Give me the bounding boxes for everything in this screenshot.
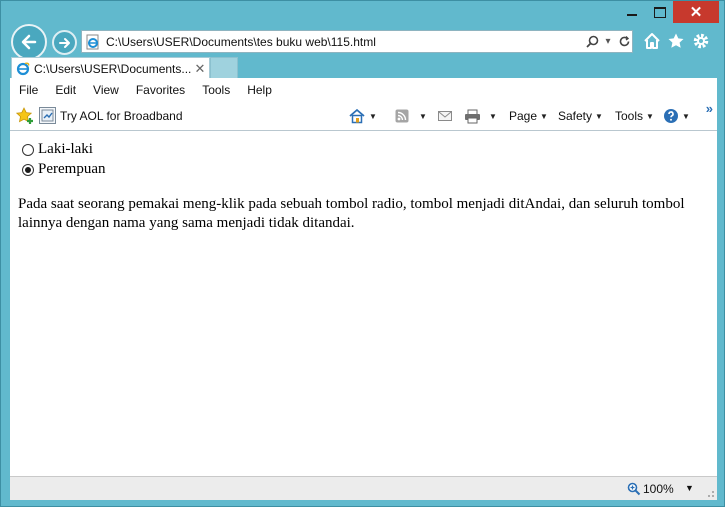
tab-close-icon[interactable]: ✕: [191, 61, 209, 77]
print-button[interactable]: ▼: [464, 107, 497, 125]
refresh-icon[interactable]: [616, 31, 632, 52]
search-icon[interactable]: [584, 31, 600, 52]
back-arrow-icon: [21, 34, 37, 50]
gear-icon[interactable]: [690, 30, 712, 52]
home-small-icon: [349, 108, 365, 124]
menu-help[interactable]: Help: [247, 83, 272, 97]
page-menu-label: Page: [509, 109, 538, 123]
radio-button-perempuan[interactable]: [22, 163, 34, 176]
description-paragraph: Pada saat seorang pemakai meng-klik pada…: [18, 196, 685, 231]
radio-button-laki-laki[interactable]: [22, 143, 34, 156]
ie-page-icon: [82, 31, 104, 52]
aol-link-icon: [39, 107, 56, 124]
tab-active[interactable]: C:\Users\USER\Documents... ✕: [11, 57, 210, 79]
close-window-button[interactable]: ✕: [673, 1, 719, 23]
home-icon[interactable]: [641, 30, 663, 52]
safety-menu-button[interactable]: Safety ▼: [558, 107, 603, 125]
help-icon: [664, 109, 678, 123]
favorites-bar: Try AOL for Broadband ▼ ▼ ▼ Page ▼ Safety…: [10, 101, 717, 129]
printer-icon: [465, 109, 480, 123]
forward-button[interactable]: [52, 30, 77, 55]
page-menu-button[interactable]: Page ▼: [509, 107, 548, 125]
search-dropdown-icon[interactable]: ▾: [600, 31, 616, 52]
tools-menu-button[interactable]: Tools ▼: [615, 107, 654, 125]
favorites-star-icon[interactable]: [665, 30, 687, 52]
menu-edit[interactable]: Edit: [55, 83, 76, 97]
browser-window: ✕ C:\Users\USER\Documents\tes buku web\1…: [0, 0, 725, 507]
radio-option-laki-laki[interactable]: Laki-laki: [22, 141, 93, 158]
help-button[interactable]: ▼: [663, 107, 690, 125]
radio-option-perempuan[interactable]: Perempuan: [22, 161, 105, 178]
toolbar-overflow-chevrons[interactable]: »: [706, 101, 713, 116]
ie-tab-icon: [12, 61, 30, 76]
menu-favorites[interactable]: Favorites: [136, 83, 185, 97]
menu-view[interactable]: View: [93, 83, 119, 97]
read-mail-button[interactable]: [438, 107, 452, 125]
safety-menu-label: Safety: [558, 109, 593, 123]
new-tab-button[interactable]: [210, 57, 238, 78]
page-content: Laki-laki Perempuan Pada saat seorang pe…: [10, 131, 717, 476]
add-favorite-icon[interactable]: [15, 106, 35, 126]
zoom-magnifier-icon: [627, 482, 641, 496]
radio-label-laki-laki: Laki-laki: [38, 141, 93, 157]
home-command-button[interactable]: ▼: [348, 107, 377, 125]
address-url[interactable]: C:\Users\USER\Documents\tes buku web\115…: [104, 35, 584, 49]
mail-icon: [438, 111, 452, 121]
maximize-button[interactable]: [647, 1, 673, 23]
address-bar[interactable]: C:\Users\USER\Documents\tes buku web\115…: [81, 30, 633, 53]
back-button[interactable]: [11, 24, 47, 60]
menu-bar: File Edit View Favorites Tools Help: [10, 78, 717, 102]
menu-file[interactable]: File: [19, 83, 38, 97]
toolbar-area: File Edit View Favorites Tools Help Try …: [10, 78, 717, 130]
feeds-button[interactable]: ▼: [395, 107, 427, 125]
zoom-control[interactable]: 100%: [627, 482, 674, 496]
zoom-dropdown-icon[interactable]: ▼: [685, 483, 694, 493]
rss-feed-icon: [395, 109, 409, 123]
menu-tools[interactable]: Tools: [202, 83, 230, 97]
forward-arrow-icon: [58, 37, 70, 48]
minimize-button[interactable]: [617, 1, 647, 23]
aol-favorite-link[interactable]: Try AOL for Broadband: [60, 109, 183, 123]
status-bar: 100% ▼: [10, 476, 717, 500]
tab-title: C:\Users\USER\Documents...: [34, 61, 191, 76]
zoom-level: 100%: [643, 482, 674, 496]
radio-label-perempuan: Perempuan: [38, 161, 106, 177]
tools-menu-label: Tools: [615, 109, 644, 123]
resize-grip-icon[interactable]: [705, 488, 715, 498]
